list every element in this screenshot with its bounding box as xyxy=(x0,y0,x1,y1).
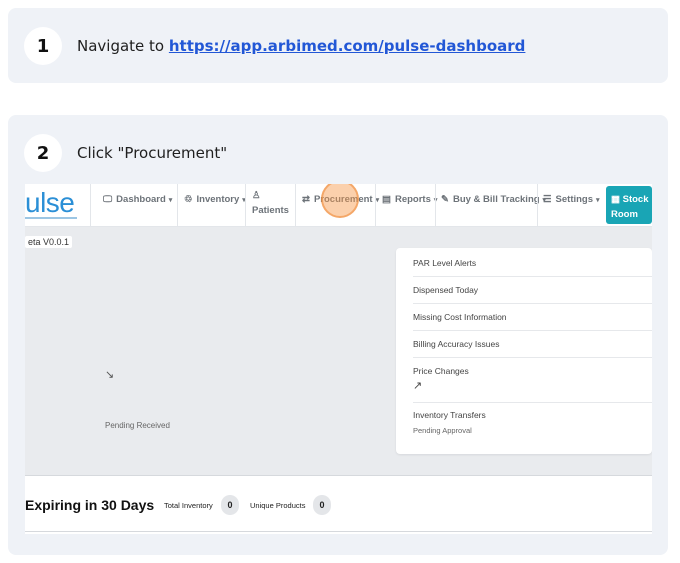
nav-reports[interactable]: ▤ Reports ▾ xyxy=(375,184,437,226)
pen-icon: ✎ xyxy=(441,194,449,205)
divider xyxy=(413,276,652,277)
nav-dashboard[interactable]: 🖵 Dashboard ▾ xyxy=(90,184,177,226)
pending-approval-label: Pending Approval xyxy=(413,426,472,435)
version-badge: eta V0.0.1 xyxy=(25,236,73,248)
grid-icon: ▦ xyxy=(611,194,620,205)
nav-buy-bill-tracking[interactable]: ✎ Buy & Bill Tracking ▾ xyxy=(435,184,546,226)
alert-par-level[interactable]: PAR Level Alerts xyxy=(413,258,476,268)
chevron-down-icon: ▾ xyxy=(168,197,173,204)
app-screenshot: ulse 🖵 Dashboard ▾ ♲ Inventory ▾ ♙ Patients … xyxy=(25,184,652,534)
trend-down-icon: ↘ xyxy=(105,369,115,381)
exchange-icon: ⇄ xyxy=(302,194,310,205)
report-icon: ▤ xyxy=(382,194,391,205)
alerts-panel: PAR Level Alerts Dispensed Today Missing… xyxy=(396,248,652,454)
nav-label: Settings xyxy=(555,194,594,205)
nav-label: Reports xyxy=(394,194,431,205)
alert-dispensed-today[interactable]: Dispensed Today xyxy=(413,285,478,295)
divider xyxy=(413,402,652,403)
nav-label: Inventory xyxy=(196,194,240,205)
alert-billing-accuracy[interactable]: Billing Accuracy Issues xyxy=(413,339,499,349)
stock-room-button[interactable]: ▦ Stock Room xyxy=(606,186,652,224)
nav-patients[interactable]: ♙ Patients xyxy=(245,184,295,226)
alert-inventory-transfers[interactable]: Inventory Transfers xyxy=(413,410,486,420)
sliders-icon: ☰ xyxy=(543,194,552,205)
trend-up-icon: ↗ xyxy=(413,380,423,392)
nav-label: Buy & Bill Tracking xyxy=(452,194,540,205)
divider xyxy=(413,357,652,358)
unique-products-label: Unique Products xyxy=(250,501,306,510)
dashboard-content: eta V0.0.1 ↘ Pending Received PAR Level … xyxy=(25,227,652,475)
step-number: 1 xyxy=(24,27,62,65)
boxes-icon: ♲ xyxy=(184,194,193,205)
monitor-icon: 🖵 xyxy=(103,194,113,205)
app-logo[interactable]: ulse xyxy=(25,187,75,219)
nav-label: Dashboard xyxy=(116,194,166,205)
step-instruction: Click "Procurement" xyxy=(77,144,228,162)
nav-settings[interactable]: ☰ Settings ▾ xyxy=(537,184,602,226)
pending-received-label: Pending Received xyxy=(105,421,170,430)
patients-icon: ♙ xyxy=(252,190,261,201)
unique-products-count: 0 xyxy=(313,495,331,515)
top-navbar: ulse 🖵 Dashboard ▾ ♲ Inventory ▾ ♙ Patients … xyxy=(25,184,652,227)
divider xyxy=(413,303,652,304)
step-1-card: 1 Navigate to https://app.arbimed.com/pu… xyxy=(8,8,668,83)
section-divider xyxy=(25,475,652,476)
divider xyxy=(413,330,652,331)
expiring-title: Expiring in 30 Days xyxy=(25,497,155,513)
stock-room-label-2: Room xyxy=(611,209,638,220)
nav-inventory[interactable]: ♲ Inventory ▾ xyxy=(177,184,246,226)
alert-missing-cost[interactable]: Missing Cost Information xyxy=(413,312,507,322)
section-divider xyxy=(25,531,652,532)
logo-tagline xyxy=(25,217,77,219)
total-inventory-label: Total Inventory xyxy=(164,501,213,510)
step-instruction: Navigate to https://app.arbimed.com/puls… xyxy=(77,37,525,55)
alert-price-changes[interactable]: Price Changes xyxy=(413,366,469,376)
dashboard-link[interactable]: https://app.arbimed.com/pulse-dashboard xyxy=(169,37,526,55)
chevron-down-icon: ▾ xyxy=(596,197,600,204)
step-2-card: 2 Click "Procurement" ulse 🖵 Dashboard ▾ ♲… xyxy=(8,115,668,555)
total-inventory-count: 0 xyxy=(221,495,239,515)
step-number: 2 xyxy=(24,134,62,172)
nav-label: Patients xyxy=(252,205,289,216)
step-prefix: Navigate to xyxy=(77,37,169,55)
stock-room-label-1: Stock xyxy=(622,194,649,205)
